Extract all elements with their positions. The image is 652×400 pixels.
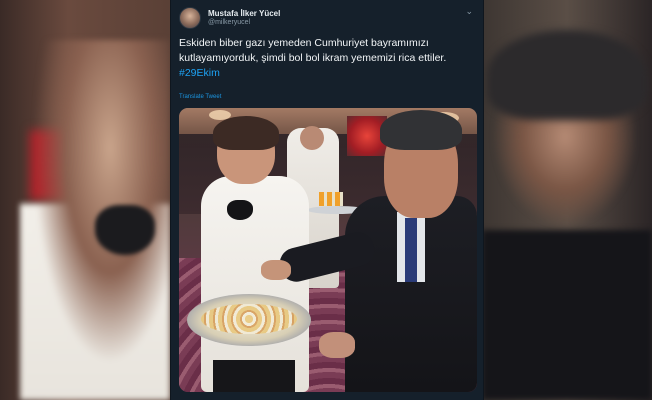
hashtag-link[interactable]: #29Ekim: [179, 67, 220, 79]
tweet-text: Eskiden biber gazı yemeden Cumhuriyet ba…: [179, 36, 471, 81]
author-handle[interactable]: @milkeryucel: [208, 19, 250, 26]
tweet-photo[interactable]: [179, 108, 477, 392]
tweet-card: Mustafa İlker Yücel @milkeryucel ⌄ Eskid…: [170, 0, 484, 400]
blurred-background-left: [0, 0, 170, 400]
chevron-down-icon[interactable]: ⌄: [465, 6, 473, 17]
translate-tweet-link[interactable]: Translate Tweet: [179, 94, 221, 100]
avatar[interactable]: [179, 7, 201, 29]
author-name[interactable]: Mustafa İlker Yücel: [208, 9, 280, 18]
tweet-header: Mustafa İlker Yücel @milkeryucel ⌄: [171, 0, 483, 34]
blurred-background-right: [482, 0, 652, 400]
tweet-body: Eskiden biber gazı yemeden Cumhuriyet ba…: [179, 37, 447, 64]
